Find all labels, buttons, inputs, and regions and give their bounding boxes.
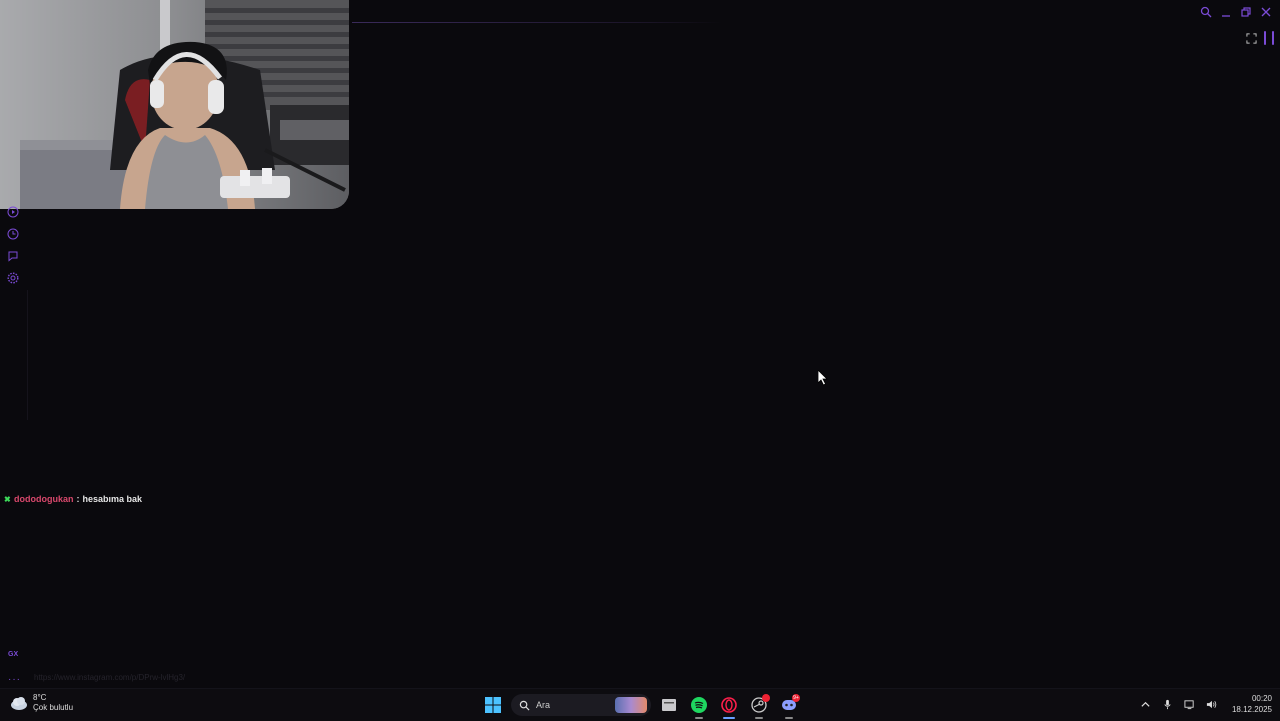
spotify-icon[interactable]	[687, 693, 711, 719]
window-controls	[1198, 4, 1274, 20]
toolbar-right	[1244, 31, 1274, 45]
file-explorer-icon[interactable]	[657, 693, 681, 717]
restore-icon[interactable]	[1238, 4, 1254, 20]
search-icon[interactable]	[1198, 4, 1214, 20]
taskbar-apps: Ara 9+	[481, 693, 801, 719]
app-running-indicator	[755, 717, 763, 719]
chat-icon[interactable]	[6, 249, 20, 263]
minimize-icon[interactable]	[1218, 4, 1234, 20]
chevron-up-icon[interactable]	[1140, 698, 1152, 710]
clock-date: 18.12.2025	[1231, 705, 1272, 714]
steam-icon[interactable]	[747, 693, 771, 719]
status-url: https://www.instagram.com/p/DPrw-lvlHg3/	[34, 673, 186, 682]
app-running-indicator	[695, 717, 703, 719]
system-tray: 00:20 18.12.2025	[1140, 693, 1272, 715]
settings-icon[interactable]	[6, 271, 20, 285]
opera-gx-icon[interactable]	[717, 693, 741, 719]
chat-text: hesabıma bak	[82, 494, 143, 504]
gx-label[interactable]: GX	[8, 651, 18, 658]
microphone-icon[interactable]	[1162, 698, 1174, 710]
play-icon[interactable]	[6, 205, 20, 219]
close-icon[interactable]	[1258, 4, 1274, 20]
chat-badge-icon: ✖	[4, 494, 11, 504]
more-dots-icon[interactable]: ···	[8, 674, 21, 685]
history-icon[interactable]	[6, 227, 20, 241]
notification-dot	[762, 694, 770, 702]
sidebar-toggle-bar-2[interactable]	[1272, 31, 1274, 45]
weather-temp: 8°C	[33, 693, 47, 702]
taskbar: 8°C Çok bulutlu Ara 9+ 00:20 18.12.2025	[0, 688, 1280, 721]
discord-icon[interactable]: 9+	[777, 693, 801, 719]
taskbar-search[interactable]: Ara	[511, 694, 651, 716]
app-active-indicator	[723, 717, 735, 719]
webcam-overlay	[0, 0, 349, 209]
search-icon	[519, 700, 530, 711]
taskbar-clock[interactable]: 00:20 18.12.2025	[1232, 693, 1272, 715]
app-running-indicator	[785, 717, 793, 719]
sidebar-toggle-bar[interactable]	[1264, 31, 1266, 45]
search-placeholder: Ara	[536, 700, 551, 710]
left-sidebar	[6, 205, 20, 285]
weather-condition: Çok bulutlu	[33, 703, 74, 712]
windows-start-icon[interactable]	[481, 693, 505, 717]
sidebar-divider	[27, 290, 28, 420]
weather-widget[interactable]: 8°C Çok bulutlu	[10, 693, 73, 713]
chat-message: ✖ dododogukan : hesabıma bak	[4, 494, 142, 504]
cloud-icon	[11, 697, 27, 710]
chat-separator: :	[76, 494, 80, 504]
webcam-feed-image	[0, 0, 349, 209]
search-highlight-image	[615, 697, 647, 713]
discord-badge: 9+	[792, 694, 800, 702]
chat-username[interactable]: dododogukan	[14, 494, 74, 504]
volume-icon[interactable]	[1206, 698, 1218, 710]
clock-time: 00:20	[1251, 694, 1272, 703]
mouse-cursor-icon	[818, 370, 828, 386]
snapshot-icon[interactable]	[1244, 31, 1258, 45]
network-icon[interactable]	[1184, 698, 1196, 710]
tab-strip-line	[352, 22, 722, 23]
